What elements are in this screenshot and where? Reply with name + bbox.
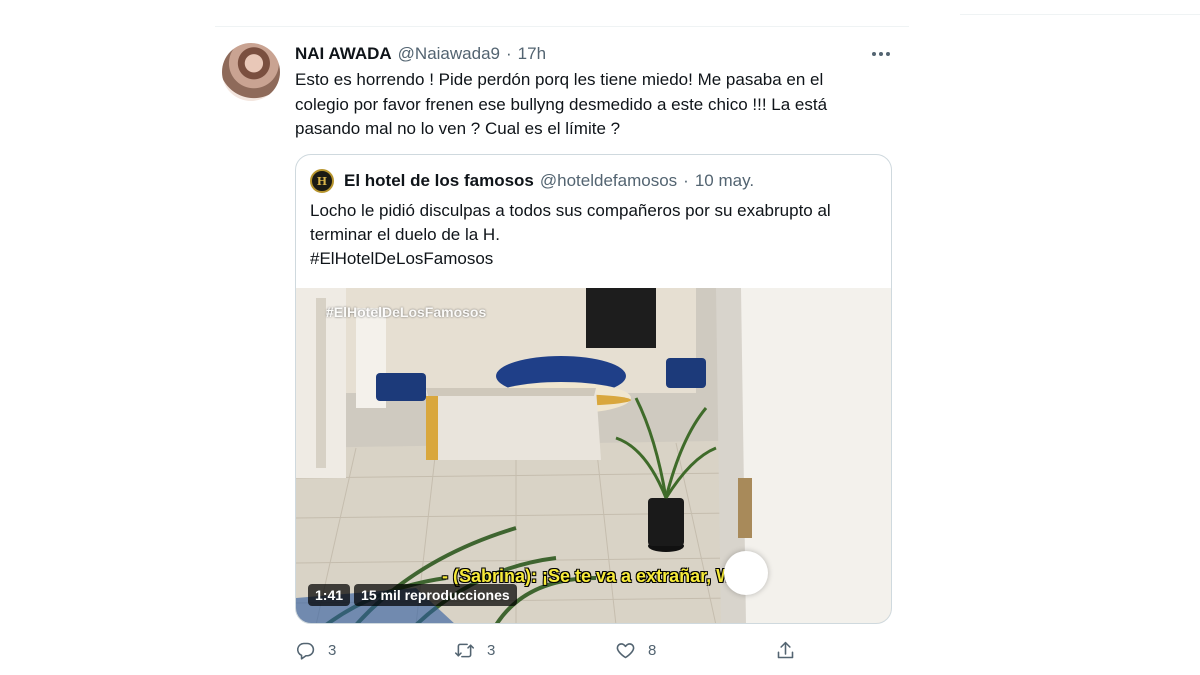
quoted-text-line: Locho le pidió disculpas a todos sus com…	[310, 201, 831, 220]
video-duration: 1:41	[308, 584, 351, 606]
retweet-icon	[454, 643, 475, 657]
hashtag-link[interactable]: #ElHotelDeLosFamosos	[310, 247, 880, 271]
quoted-tweet-text: Locho le pidió disculpas a todos sus com…	[310, 199, 880, 271]
quoted-display-name[interactable]: El hotel de los famosos	[344, 171, 534, 191]
video-player[interactable]: #ElHotelDeLosFamosos - (Sabrina): ¡Se te…	[296, 288, 891, 623]
reply-icon	[296, 642, 315, 660]
video-badge: 1:41 15 mil reproducciones	[308, 584, 517, 606]
separator-dot: ·	[683, 171, 689, 190]
quoted-handle[interactable]: @hoteldefamosos	[540, 171, 677, 191]
tweet-actions: 3 3 8	[295, 638, 805, 662]
tweet-header: NAI AWADA @Naiawada9 · 17h	[295, 44, 546, 66]
share-button[interactable]	[775, 638, 796, 662]
quoted-avatar[interactable]: H	[310, 169, 334, 193]
reply-count: 3	[328, 641, 337, 659]
sidebar-divider	[960, 14, 1200, 15]
feed-divider	[215, 26, 909, 27]
retweet-button[interactable]: 3	[454, 638, 495, 662]
quoted-tweet-card[interactable]: H El hotel de los famosos @hoteldefamoso…	[295, 154, 892, 624]
heart-icon	[616, 642, 635, 658]
retweet-count: 3	[487, 641, 496, 659]
play-button[interactable]	[724, 551, 768, 595]
quoted-timestamp[interactable]: 10 may.	[695, 171, 754, 191]
quoted-text-line: terminar el duelo de la H.	[310, 225, 500, 244]
tweet-text: Esto es horrendo ! Pide perdón porq les …	[295, 68, 885, 142]
author-handle[interactable]: @Naiawada9	[398, 44, 500, 64]
more-options-button[interactable]	[864, 43, 898, 65]
reply-button[interactable]: 3	[295, 638, 336, 662]
avatar[interactable]	[222, 43, 280, 101]
tweet-text-line: pasando mal no lo ven ? Cual es el límit…	[295, 119, 621, 138]
separator-dot: ·	[505, 44, 512, 63]
tweet-text-line: Esto es horrendo ! Pide perdón porq les …	[295, 70, 824, 89]
like-button[interactable]: 8	[615, 638, 656, 662]
tweet-text-line: colegio por favor frenen ese bullyng des…	[295, 94, 828, 114]
video-watermark: #ElHotelDeLosFamosos	[326, 304, 487, 320]
tweet-timestamp[interactable]: 17h	[518, 44, 546, 64]
author-display-name[interactable]: NAI AWADA	[295, 44, 392, 64]
more-horizontal-icon	[872, 52, 890, 56]
like-count: 8	[648, 641, 657, 659]
share-icon	[777, 641, 794, 658]
quoted-tweet-header: H El hotel de los famosos @hoteldefamoso…	[310, 169, 754, 193]
video-view-count: 15 mil reproducciones	[354, 584, 517, 606]
